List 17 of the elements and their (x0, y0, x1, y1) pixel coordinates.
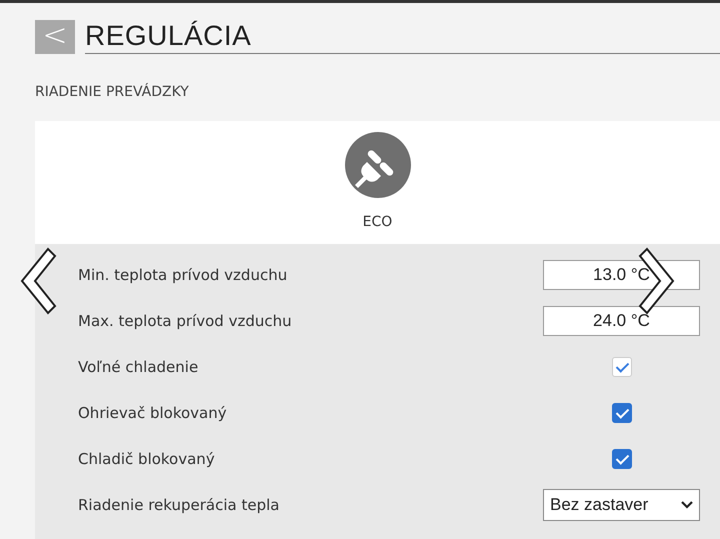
setting-label: Voľné chladenie (78, 358, 200, 376)
setting-label: Chladič blokovaný (78, 450, 216, 468)
setting-label: Min. teplota prívod vzduchu (78, 266, 288, 284)
value-field[interactable]: 13.0 °C (543, 260, 700, 290)
setting-label: Riadenie rekuperácia tepla (78, 496, 280, 514)
mode-label: ECO (362, 214, 392, 230)
page-title: REGULÁCIA (85, 19, 720, 54)
previous-arrow-icon[interactable] (18, 246, 58, 316)
checkbox[interactable] (612, 449, 632, 469)
dropdown[interactable]: Bez zastaver (543, 489, 700, 521)
setting-label: Ohrievač blokovaný (78, 404, 228, 422)
checkbox[interactable] (612, 403, 632, 423)
setting-label: Max. teplota prívod vzduchu (78, 312, 293, 330)
section-title: RIADENIE PREVÁDZKY (35, 84, 190, 102)
value-field[interactable]: 24.0 °C (543, 306, 700, 336)
caret-icon (681, 501, 693, 509)
plug-icon (344, 132, 410, 198)
